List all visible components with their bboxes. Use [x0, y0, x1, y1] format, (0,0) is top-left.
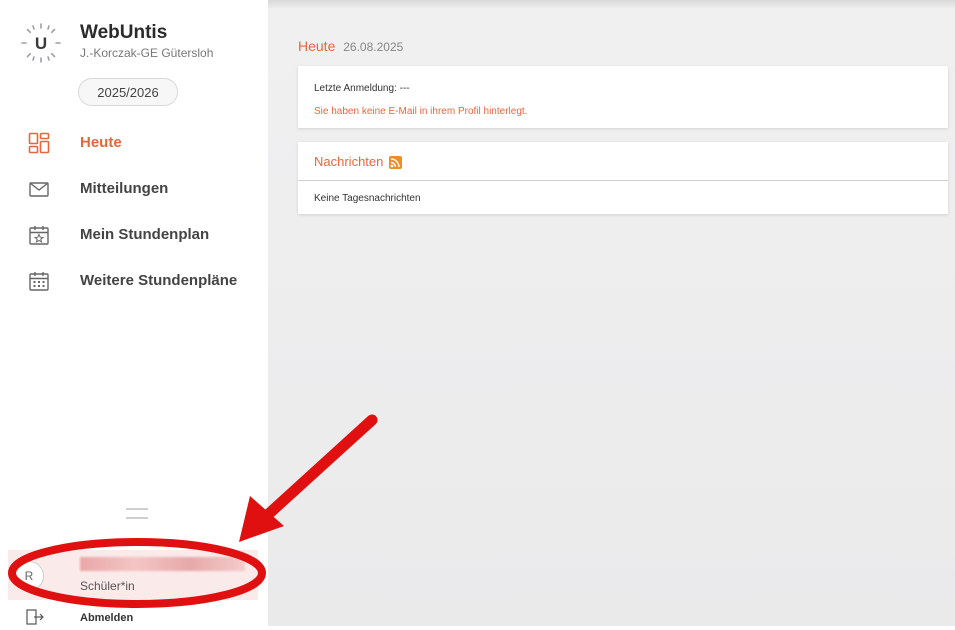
- user-name-blurred: [80, 557, 245, 571]
- nav-item-heute[interactable]: Heute: [0, 124, 268, 164]
- logout-button[interactable]: Abmelden: [80, 612, 133, 624]
- news-card: Nachrichten Keine Tagesnachrichten: [298, 142, 948, 214]
- school-name: J.-Korczak-GE Gütersloh: [80, 46, 214, 60]
- nav-label: Heute: [80, 134, 122, 151]
- svg-text:U: U: [35, 34, 47, 53]
- logout-icon[interactable]: [26, 609, 44, 625]
- news-title: Nachrichten: [314, 154, 384, 169]
- user-role: Schüler*in: [80, 579, 135, 593]
- top-window-strip: [268, 0, 955, 8]
- calendar-star-icon: [28, 224, 50, 246]
- rss-icon[interactable]: [389, 156, 402, 169]
- news-empty-text: Keine Tagesnachrichten: [314, 193, 421, 204]
- news-header: Nachrichten: [298, 142, 948, 181]
- email-warning-link[interactable]: Sie haben keine E-Mail in ihrem Profil h…: [314, 106, 527, 117]
- calendar-grid-icon: [28, 270, 50, 292]
- nav-label: Weitere Stundenpläne: [80, 272, 238, 289]
- school-year-button[interactable]: 2025/2026: [78, 78, 178, 106]
- envelope-icon: [28, 178, 50, 200]
- sidebar: U WebUntis J.-Korczak-GE Gütersloh 2025/…: [0, 0, 268, 626]
- avatar[interactable]: R: [14, 561, 44, 591]
- page-title-label: Heute: [298, 38, 336, 54]
- login-info-card: Letzte Anmeldung: --- Sie haben keine E-…: [298, 66, 948, 128]
- page-date: 26.08.2025: [343, 40, 404, 54]
- main-content: Heute 26.08.2025 Letzte Anmeldung: --- S…: [268, 8, 955, 626]
- last-login-text: Letzte Anmeldung: ---: [314, 83, 410, 94]
- nav-item-weitere-stundenplaene[interactable]: Weitere Stundenpläne: [0, 262, 268, 302]
- page-title: Heute 26.08.2025: [298, 38, 403, 54]
- nav-label: Mein Stundenplan: [80, 226, 210, 243]
- collapse-handle-icon[interactable]: [126, 508, 148, 519]
- nav-item-mitteilungen[interactable]: Mitteilungen: [0, 170, 268, 210]
- app-title: WebUntis: [80, 22, 168, 43]
- nav-item-mein-stundenplan[interactable]: Mein Stundenplan: [0, 216, 268, 256]
- dashboard-icon: [28, 132, 50, 154]
- nav-label: Mitteilungen: [80, 180, 169, 197]
- webuntis-logo-icon[interactable]: U: [20, 22, 62, 64]
